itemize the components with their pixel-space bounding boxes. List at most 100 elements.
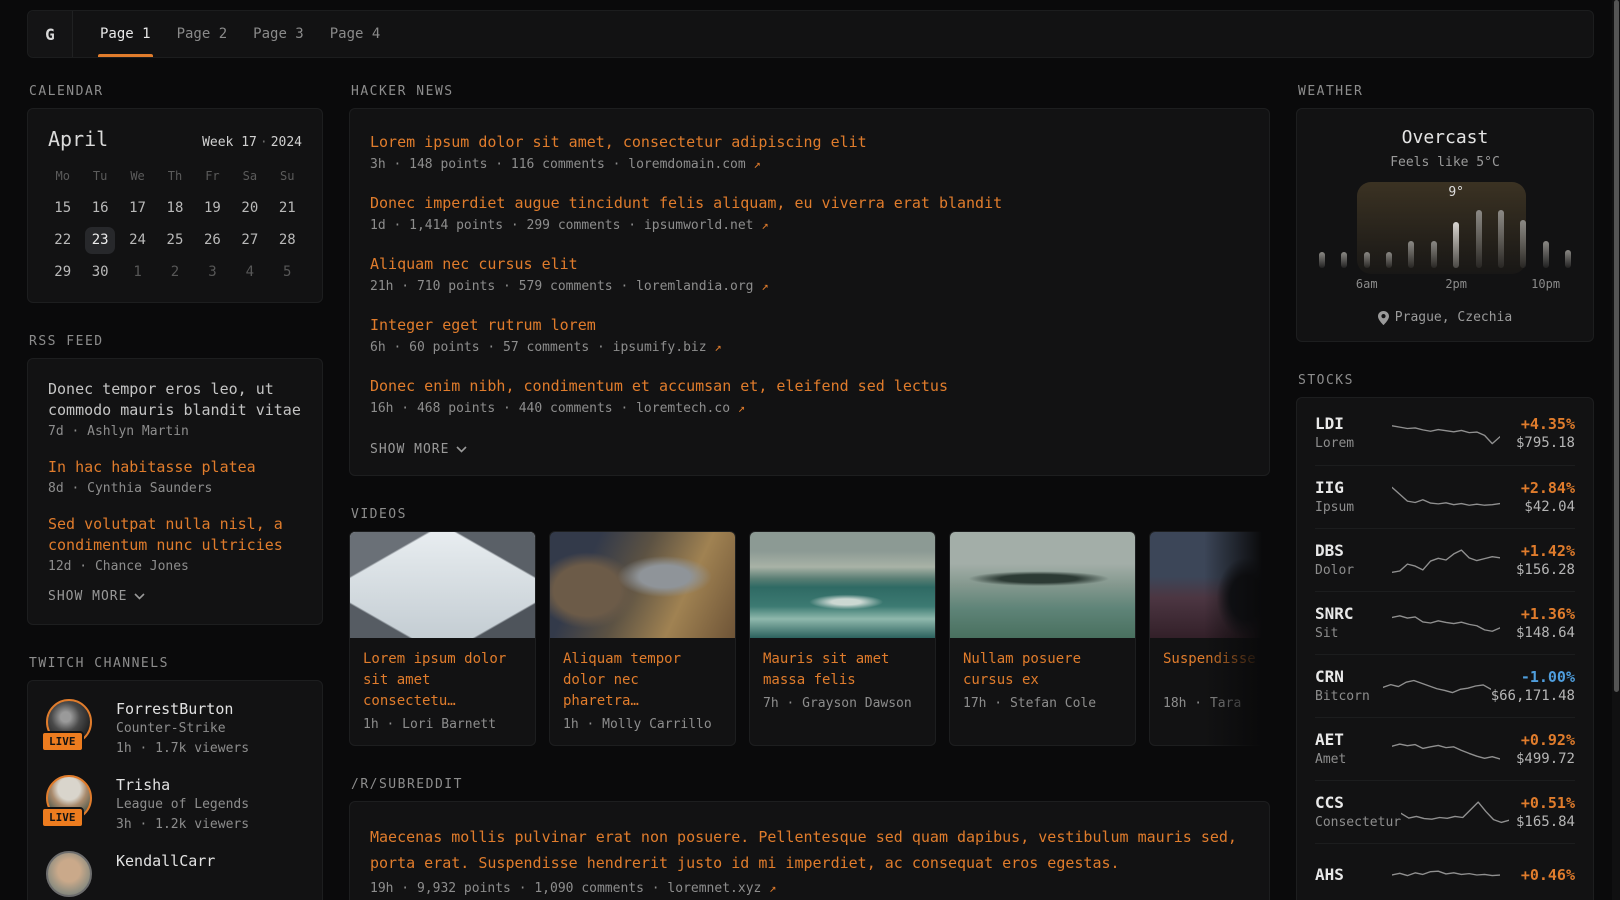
video-title-link[interactable]: Nullam posuere cursus ex <box>963 649 1122 691</box>
video-title-link[interactable]: Mauris sit amet massa felis <box>763 649 922 691</box>
stock-company-name: Consectetur <box>1315 813 1401 832</box>
weather-hour-slot[interactable] <box>1431 206 1437 268</box>
calendar-day-cell[interactable]: 4 <box>231 257 268 288</box>
calendar-day-cell[interactable]: 21 <box>269 193 306 224</box>
rss-item-link[interactable]: Sed volutpat nulla nisl, a condimentum n… <box>48 514 302 556</box>
stock-ticker[interactable]: AET <box>1315 730 1392 750</box>
twitch-channel-viewers: 3h · 1.2k viewers <box>116 815 249 835</box>
calendar-day-cell[interactable]: 5 <box>269 257 306 288</box>
hacker-news-item-link[interactable]: Lorem ipsum dolor sit amet, consectetur … <box>370 131 1249 153</box>
video-thumbnail[interactable] <box>750 532 935 638</box>
weather-hour-slot[interactable] <box>1565 206 1571 268</box>
stock-ticker[interactable]: DBS <box>1315 541 1392 561</box>
stock-ticker[interactable]: IIG <box>1315 478 1392 498</box>
weather-condition: Overcast <box>1313 127 1577 148</box>
hacker-news-item-domain[interactable]: ipsumify.biz <box>613 340 707 355</box>
rss-show-more-button[interactable]: SHOW MORE <box>48 589 145 604</box>
calendar-day-cell[interactable]: 18 <box>156 193 193 224</box>
twitch-channel-row[interactable]: LIVE ForrestBurton Counter-Strike 1h · 1… <box>46 699 304 759</box>
calendar-day-cell[interactable]: 29 <box>44 257 81 288</box>
page-tab-label: Page 4 <box>330 26 381 42</box>
calendar-day-cell[interactable]: 23 <box>81 225 118 256</box>
video-thumbnail[interactable] <box>950 532 1135 638</box>
calendar-day-cell[interactable]: 17 <box>119 193 156 224</box>
calendar-day-cell[interactable]: 15 <box>44 193 81 224</box>
calendar-day-cell[interactable]: 1 <box>119 257 156 288</box>
hacker-news-item-domain[interactable]: loremdomain.com <box>628 157 745 172</box>
twitch-channel-viewers: 1h · 1.7k viewers <box>116 739 249 759</box>
rss-item-link[interactable]: In hac habitasse platea <box>48 457 302 478</box>
weather-hour-slot[interactable]: 10pm <box>1543 206 1549 268</box>
stocks-widget: LDI Lorem +4.35% $795.18 IIG Ipsum <box>1296 397 1594 900</box>
page-tab[interactable]: Page 3 <box>240 11 317 57</box>
stock-change-percent: +0.92% <box>1500 730 1575 750</box>
calendar-day-cell[interactable]: 22 <box>44 225 81 256</box>
hacker-news-item-domain[interactable]: loremtech.co <box>636 401 730 416</box>
twitch-channel-name[interactable]: ForrestBurton <box>116 699 249 719</box>
weather-hour-slot[interactable]: 6am <box>1364 206 1370 268</box>
page-tab[interactable]: Page 2 <box>164 11 241 57</box>
calendar-day-cell[interactable]: 24 <box>119 225 156 256</box>
app-logo[interactable]: G <box>28 11 73 57</box>
hacker-news-item-domain[interactable]: ipsumworld.net <box>644 218 754 233</box>
twitch-channel-row[interactable]: KendallCarr <box>46 851 304 897</box>
rss-item-link[interactable]: Donec tempor eros leo, ut commodo mauris… <box>48 379 302 421</box>
twitch-channel-name[interactable]: KendallCarr <box>116 851 215 871</box>
page-tab[interactable]: Page 1 <box>87 11 164 57</box>
weather-hour-slot[interactable] <box>1498 206 1504 268</box>
calendar-day-cell[interactable]: 16 <box>81 193 118 224</box>
hacker-news-show-more-label: SHOW MORE <box>370 442 449 457</box>
calendar-day-cell[interactable]: 26 <box>194 225 231 256</box>
stock-ticker[interactable]: CRN <box>1315 667 1383 687</box>
subreddit-post-link[interactable]: Maecenas mollis pulvinar erat non posuer… <box>370 824 1249 876</box>
video-thumbnail[interactable] <box>550 532 735 638</box>
hacker-news-item-domain[interactable]: loremlandia.org <box>636 279 753 294</box>
external-link-icon: ↗ <box>769 881 776 895</box>
hacker-news-item-link[interactable]: Donec imperdiet augue tincidunt felis al… <box>370 192 1249 214</box>
page-scrollbar-thumb[interactable] <box>1614 0 1619 692</box>
hacker-news-item-link[interactable]: Donec enim nibh, condimentum et accumsan… <box>370 375 1249 397</box>
stock-ticker[interactable]: SNRC <box>1315 604 1392 624</box>
stock-company-name: Amet <box>1315 750 1392 769</box>
twitch-channel-name[interactable]: Trisha <box>116 775 249 795</box>
calendar-day-cell[interactable]: 3 <box>194 257 231 288</box>
stock-ticker[interactable]: CCS <box>1315 793 1401 813</box>
calendar-day-cell[interactable]: 2 <box>156 257 193 288</box>
weather-location[interactable]: Prague, Czechia <box>1313 310 1577 325</box>
weather-hour-slot[interactable] <box>1520 206 1526 268</box>
hacker-news-item-stats: 6h · 60 points · 57 comments · <box>370 340 605 355</box>
calendar-day-cell[interactable]: 28 <box>269 225 306 256</box>
video-title-link[interactable]: Lorem ipsum dolor sit amet consectetu… <box>363 649 522 712</box>
weather-hour-slot[interactable] <box>1386 206 1392 268</box>
video-title-link[interactable]: Aliquam tempor dolor nec pharetra… <box>563 649 722 712</box>
stock-ticker[interactable]: AHS <box>1315 865 1392 885</box>
calendar-day-cell[interactable]: 20 <box>231 193 268 224</box>
dashboard-grid: CALENDAR April Week 17·2024 MoTuWeThFrSa… <box>27 58 1594 900</box>
video-thumbnail[interactable] <box>350 532 535 638</box>
twitch-channel-row[interactable]: LIVE Trisha League of Legends 3h · 1.2k … <box>46 775 304 835</box>
video-title-link[interactable]: Suspendisse diam <box>1163 649 1270 691</box>
page-scrollbar-track[interactable] <box>1612 0 1620 900</box>
page-tab[interactable]: Page 4 <box>317 11 394 57</box>
video-thumbnail[interactable] <box>1150 532 1270 638</box>
weather-hour-slot[interactable] <box>1341 206 1347 268</box>
weather-hour-slot[interactable] <box>1319 206 1325 268</box>
subreddit-post-domain[interactable]: loremnet.xyz <box>667 881 761 896</box>
stock-ticker[interactable]: LDI <box>1315 414 1392 434</box>
stock-identity: AHS <box>1315 865 1392 885</box>
calendar-widget: April Week 17·2024 MoTuWeThFrSaSu 15 16 <box>27 108 323 303</box>
page-tabs: Page 1 Page 2 Page 3 Page 4 <box>87 11 393 57</box>
hacker-news-item-link[interactable]: Aliquam nec cursus elit <box>370 253 1249 275</box>
calendar-day-cell[interactable]: 27 <box>231 225 268 256</box>
weather-hour-slot[interactable]: 9° 2pm <box>1453 206 1459 268</box>
weather-hour-slot[interactable] <box>1408 206 1414 268</box>
calendar-weekday-label: Mo <box>44 161 81 193</box>
weather-hour-slot[interactable] <box>1476 206 1482 268</box>
weather-hourly-chart: 6am <box>1319 206 1571 268</box>
calendar-day-cell[interactable]: 25 <box>156 225 193 256</box>
hacker-news-show-more-button[interactable]: SHOW MORE <box>370 442 467 457</box>
rss-items: Donec tempor eros leo, ut commodo mauris… <box>48 379 302 577</box>
hacker-news-item-link[interactable]: Integer eget rutrum lorem <box>370 314 1249 336</box>
calendar-day-cell[interactable]: 19 <box>194 193 231 224</box>
calendar-day-cell[interactable]: 30 <box>81 257 118 288</box>
